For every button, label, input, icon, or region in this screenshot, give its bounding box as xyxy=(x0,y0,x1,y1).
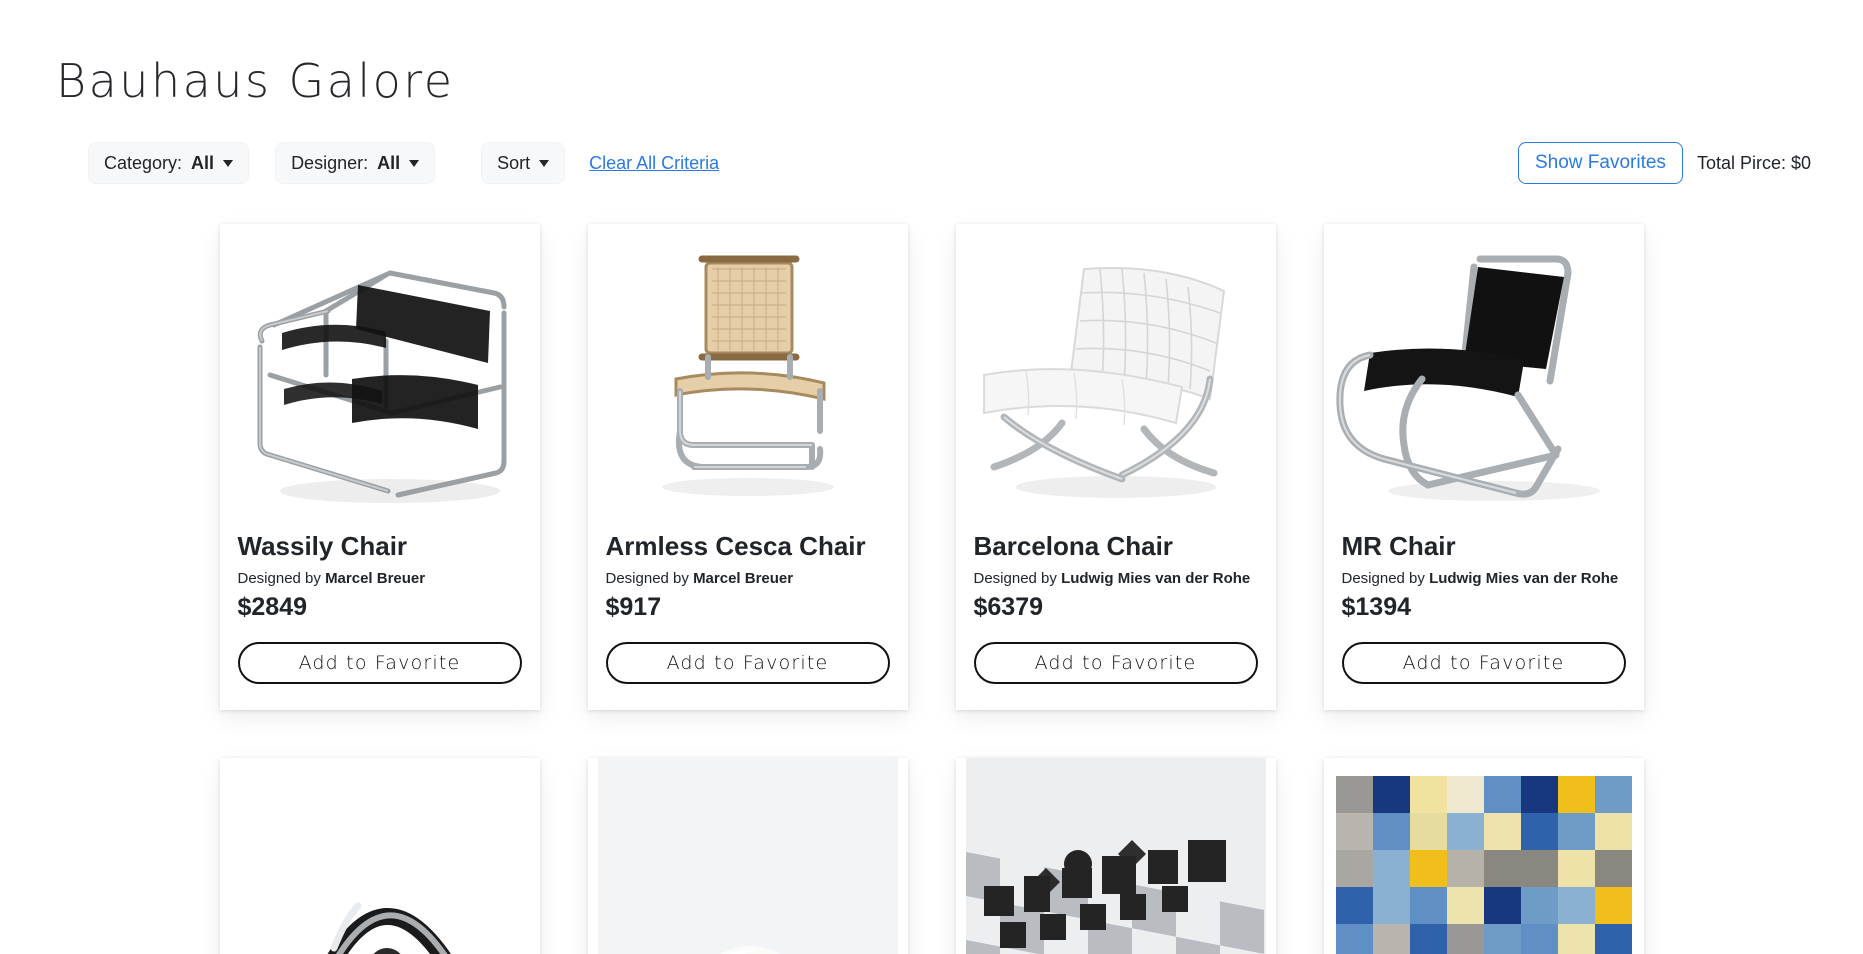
designer-filter-dropdown[interactable]: Designer: All xyxy=(275,142,436,184)
product-image-cesca-chair xyxy=(587,224,908,524)
product-price: $917 xyxy=(605,592,662,621)
product-card[interactable]: Barcelona Chair Designed by Ludwig Mies … xyxy=(955,224,1276,710)
designer-name: Marcel Breuer xyxy=(325,569,426,587)
designer-filter-label: Designer: xyxy=(291,152,369,173)
filter-controls: Category: All Designer: All Sort Clear A… xyxy=(88,142,719,184)
clear-all-criteria-link[interactable]: Clear All Criteria xyxy=(589,153,719,174)
product-name: Barcelona Chair xyxy=(973,531,1173,561)
product-info: Wassily Chair Designed by Marcel Breuer … xyxy=(220,524,540,710)
designer-filter-value: All xyxy=(377,152,401,173)
total-price-label: Total Pirce: $0 xyxy=(1696,152,1811,173)
product-designer: Designed by Marcel Breuer xyxy=(238,570,522,587)
category-filter-value: All xyxy=(191,152,215,173)
product-designer: Designed by Ludwig Mies van der Rohe xyxy=(974,570,1258,587)
designer-name: Ludwig Mies van der Rohe xyxy=(1061,569,1251,587)
favorites-summary: Show Favorites Total Pirce: $0 xyxy=(1517,142,1811,184)
product-card[interactable]: MR Chair Designed by Ludwig Mies van der… xyxy=(1323,224,1644,710)
product-image-barcelona-chair xyxy=(955,224,1276,524)
sort-label: Sort xyxy=(497,152,531,173)
show-favorites-button[interactable]: Show Favorites xyxy=(1517,142,1683,184)
designed-by-label: Designed by xyxy=(1341,569,1425,587)
product-image-teapot xyxy=(219,757,540,954)
product-grid: Wassily Chair Designed by Marcel Breuer … xyxy=(0,224,1863,954)
product-image-mr-chair xyxy=(1323,224,1644,524)
product-price: $2849 xyxy=(237,592,308,621)
product-designer: Designed by Ludwig Mies van der Rohe xyxy=(1342,570,1626,587)
page-title: Bauhaus Galore xyxy=(56,54,455,108)
product-name: Armless Cesca Chair xyxy=(605,531,866,561)
designed-by-label: Designed by xyxy=(237,569,321,587)
chevron-down-icon xyxy=(539,159,550,167)
chevron-down-icon xyxy=(409,159,420,167)
product-card[interactable] xyxy=(1323,757,1644,954)
product-card[interactable] xyxy=(587,757,908,954)
product-price: $6379 xyxy=(973,592,1044,621)
category-filter-label: Category: xyxy=(104,152,183,173)
designer-name: Marcel Breuer xyxy=(693,569,794,587)
product-designer: Designed by Marcel Breuer xyxy=(606,570,890,587)
category-filter-dropdown[interactable]: Category: All xyxy=(88,142,250,184)
product-image-chess-set xyxy=(955,757,1276,954)
product-image-table-lamp xyxy=(587,757,908,954)
add-to-favorite-button[interactable]: Add to Favorite xyxy=(237,641,522,684)
sort-dropdown[interactable]: Sort xyxy=(481,142,566,184)
product-info: Barcelona Chair Designed by Ludwig Mies … xyxy=(956,524,1276,710)
product-card[interactable] xyxy=(219,757,540,954)
product-card[interactable]: Wassily Chair Designed by Marcel Breuer … xyxy=(219,224,540,710)
product-name: MR Chair xyxy=(1341,531,1456,561)
add-to-favorite-button[interactable]: Add to Favorite xyxy=(973,641,1258,684)
product-price: $1394 xyxy=(1341,592,1412,621)
chevron-down-icon xyxy=(223,159,234,167)
designed-by-label: Designed by xyxy=(605,569,689,587)
product-card[interactable]: Armless Cesca Chair Designed by Marcel B… xyxy=(587,224,908,710)
designed-by-label: Designed by xyxy=(973,569,1057,587)
product-info: Armless Cesca Chair Designed by Marcel B… xyxy=(588,524,908,710)
product-card[interactable] xyxy=(955,757,1276,954)
product-info: MR Chair Designed by Ludwig Mies van der… xyxy=(1324,524,1644,710)
product-name: Wassily Chair xyxy=(237,531,408,561)
app-root: Bauhaus Galore Category: All Designer: A… xyxy=(0,0,1863,954)
product-image-checkered-rug xyxy=(1323,757,1644,954)
filter-bar: Category: All Designer: All Sort Clear A… xyxy=(0,142,1863,186)
designer-name: Ludwig Mies van der Rohe xyxy=(1429,569,1619,587)
add-to-favorite-button[interactable]: Add to Favorite xyxy=(605,641,890,684)
product-image-wassily-chair xyxy=(219,224,540,524)
add-to-favorite-button[interactable]: Add to Favorite xyxy=(1341,641,1626,684)
